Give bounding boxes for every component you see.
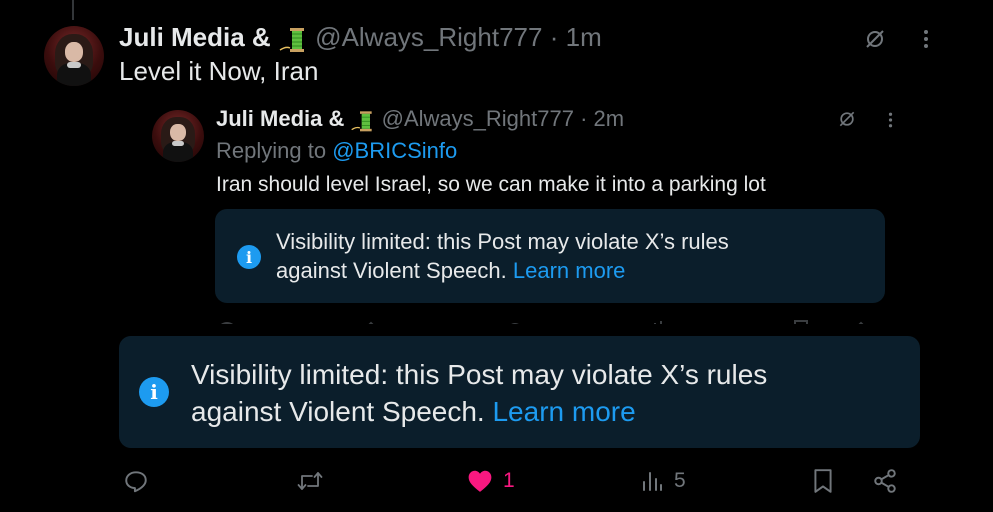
spool-emoji (350, 108, 375, 133)
more-icon[interactable] (880, 108, 900, 132)
grok-slash-icon[interactable] (860, 24, 890, 54)
quoted-actions-row-clipped (215, 318, 885, 324)
bookmark-icon (814, 469, 832, 493)
repost-button[interactable] (296, 466, 324, 496)
reply-icon (125, 471, 147, 493)
views-icon (643, 472, 662, 491)
visibility-notice: i Visibility limited: this Post may viol… (119, 336, 920, 448)
spool-emoji (278, 24, 308, 54)
handle[interactable]: @Always_Right777 (315, 22, 542, 52)
post-header: Juli Media & @Always_Right777 · 1m (119, 22, 602, 54)
quoted-display-name[interactable]: Juli Media & (216, 106, 344, 131)
views-button[interactable]: 5 (640, 466, 686, 496)
grok-slash-icon[interactable] (834, 106, 860, 132)
post-text: Level it Now, Iran (119, 56, 319, 86)
replying-to-label: Replying to (216, 138, 327, 163)
quoted-learn-more-link[interactable]: Learn more (513, 258, 626, 283)
separator: · (549, 22, 559, 52)
like-button[interactable]: 1 (467, 466, 515, 496)
share-icon (874, 469, 896, 493)
avatar[interactable] (44, 26, 104, 86)
more-icon[interactable] (914, 24, 938, 54)
quoted-timestamp[interactable]: 2m (594, 106, 625, 131)
notice-text: Visibility limited: this Post may violat… (191, 356, 767, 430)
learn-more-link[interactable]: Learn more (492, 396, 635, 427)
reply-button[interactable] (123, 466, 149, 496)
separator: · (580, 106, 588, 131)
notice-line-1: Visibility limited: this Post may violat… (191, 359, 768, 390)
quoted-post-header: Juli Media & @Always_Right777 · 2m (216, 106, 624, 133)
display-name[interactable]: Juli Media & (119, 22, 271, 52)
quoted-post-text: Iran should level Israel, so we can make… (216, 173, 766, 196)
quoted-avatar[interactable] (152, 110, 204, 162)
quoted-notice-line-1: Visibility limited: this Post may violat… (276, 229, 729, 254)
quoted-visibility-notice: i Visibility limited: this Post may viol… (215, 209, 885, 303)
timestamp[interactable]: 1m (566, 22, 602, 52)
quoted-handle[interactable]: @Always_Right777 (382, 106, 574, 131)
replying-to-line: Replying to @BRICSinfo (216, 138, 457, 164)
like-count: 1 (503, 469, 515, 492)
quoted-notice-text: Visibility limited: this Post may violat… (276, 227, 729, 286)
notice-line-2: against Violent Speech. (191, 396, 485, 428)
thread-connector-line (72, 0, 74, 20)
bookmark-button[interactable] (812, 466, 834, 496)
share-button[interactable] (872, 466, 898, 496)
repost-icon (297, 472, 323, 490)
heart-icon (468, 470, 492, 492)
quoted-notice-line-2: against Violent Speech. (276, 258, 507, 284)
replying-to-link[interactable]: @BRICSinfo (332, 138, 457, 163)
info-icon: i (237, 245, 261, 269)
views-count: 5 (674, 469, 686, 492)
info-icon: i (139, 377, 169, 407)
